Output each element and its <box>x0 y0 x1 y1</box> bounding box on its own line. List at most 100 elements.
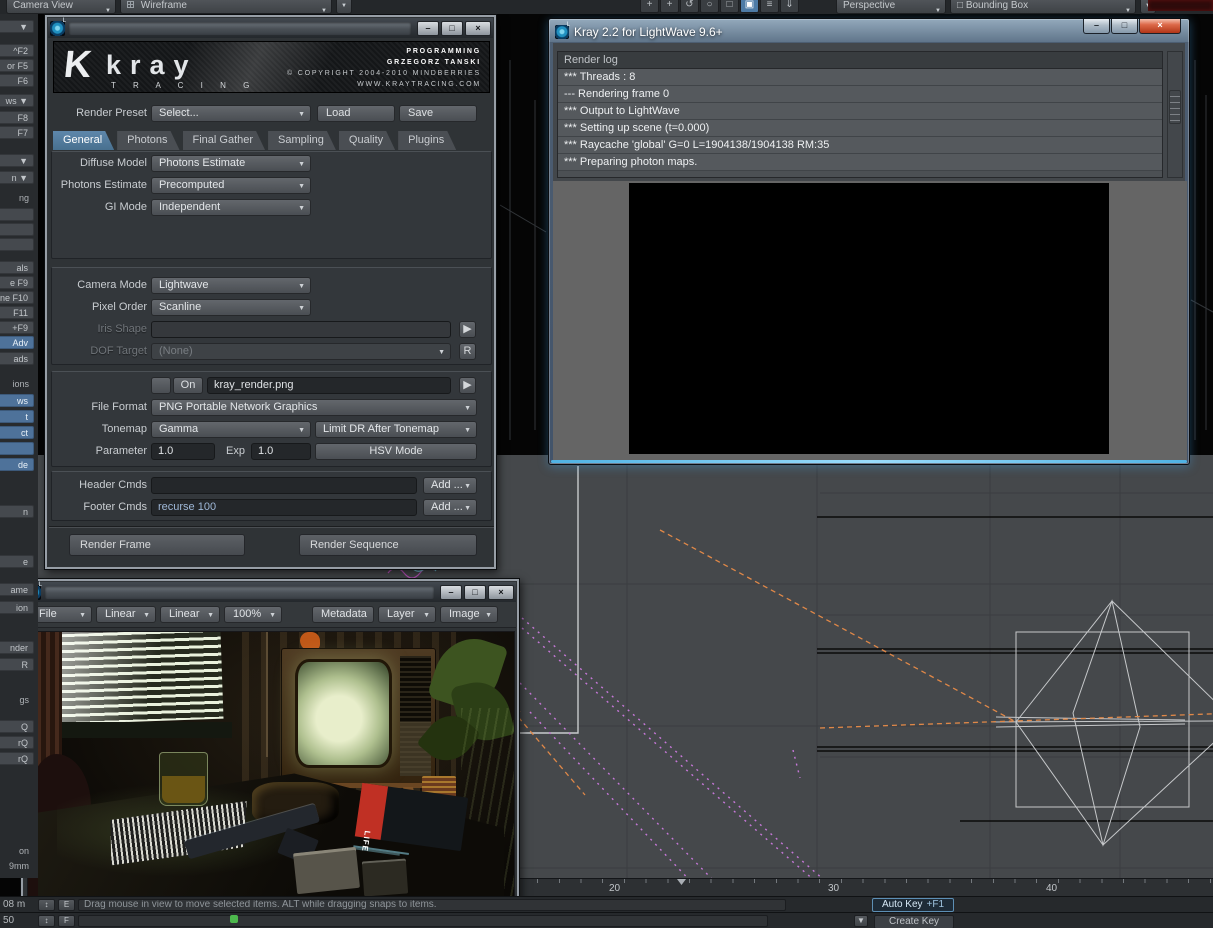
sidebar-item[interactable]: Adv <box>0 336 34 349</box>
close-button[interactable]: × <box>465 21 491 36</box>
diffuse-model-dropdown[interactable]: Photons Estimate▼ <box>151 155 311 172</box>
iris-shape-expand-button[interactable]: ▶ <box>459 321 476 338</box>
tab[interactable]: General <box>53 131 114 150</box>
viewport-tool-icon[interactable]: ▣ <box>740 0 759 13</box>
sidebar-item[interactable]: als <box>0 261 34 274</box>
sidebar-item[interactable]: gs <box>0 694 34 707</box>
viewport-tool-icon[interactable]: ○ <box>700 0 719 13</box>
limit-dr-dropdown[interactable]: Limit DR After Tonemap▼ <box>315 421 477 438</box>
maximize-button[interactable]: □ <box>464 585 486 600</box>
file-format-dropdown[interactable]: PNG Portable Network Graphics▼ <box>151 399 477 416</box>
view-mode-dropdown[interactable]: Camera View ▼ <box>6 0 116 14</box>
sidebar-item[interactable]: ws ▼ <box>0 94 34 107</box>
pixel-order-dropdown[interactable]: Scanline▼ <box>151 299 311 316</box>
minimize-button[interactable]: – <box>1083 19 1110 34</box>
sidebar-item[interactable]: e <box>0 555 34 568</box>
close-button[interactable]: × <box>1139 19 1181 34</box>
viewport-tool-icon[interactable]: ↺ <box>680 0 699 13</box>
viewport-tool-icon[interactable]: + <box>640 0 659 13</box>
viewer-toolbar-dropdown[interactable]: File ▼ <box>30 606 92 623</box>
camera-mode-dropdown[interactable]: Lightwave▼ <box>151 277 311 294</box>
sidebar-item[interactable]: n ▼ <box>0 171 34 184</box>
sidebar-item[interactable] <box>0 442 34 455</box>
sidebar-item[interactable]: F11 <box>0 306 34 319</box>
e-button[interactable]: E <box>58 899 75 911</box>
view-mode-dropdown[interactable]: Perspective ▼ <box>836 0 946 14</box>
sidebar-item[interactable]: ▼ <box>0 154 34 167</box>
sidebar-item[interactable]: ne F10 <box>0 291 34 304</box>
sidebar-item[interactable]: Q <box>0 720 34 733</box>
sidebar-item[interactable]: 9mm <box>0 860 34 873</box>
viewport-tool-icon[interactable]: ⇓ <box>780 0 799 13</box>
minimize-button[interactable]: – <box>417 21 439 36</box>
sidebar-item[interactable]: ^F2 <box>0 44 34 57</box>
sidebar-item[interactable]: +F9 <box>0 321 34 334</box>
sidebar-item[interactable]: ws <box>0 394 34 407</box>
sidebar-item[interactable]: e F9 <box>0 276 34 289</box>
updown-icon-button[interactable]: ↕ <box>38 915 55 927</box>
exp-input[interactable]: 1.0 <box>251 443 311 460</box>
view-mode-dropdown[interactable]: □ Bounding Box ▼ <box>950 0 1136 14</box>
sidebar-item[interactable]: ct <box>0 426 34 439</box>
sidebar-item[interactable]: rQ <box>0 752 34 765</box>
viewer-toolbar-dropdown[interactable]: Metadata ▼ <box>312 606 374 623</box>
tab[interactable]: Photons <box>117 131 179 150</box>
tab[interactable]: Plugins <box>398 131 456 150</box>
sidebar-item[interactable]: ions <box>0 378 34 391</box>
sidebar-item[interactable] <box>0 238 34 251</box>
tab[interactable]: Quality <box>339 131 395 150</box>
maximize-button[interactable]: □ <box>441 21 463 36</box>
viewer-toolbar-dropdown[interactable]: Linear ▼ <box>160 606 220 623</box>
load-button[interactable]: Load <box>317 105 395 122</box>
save-button[interactable]: Save <box>399 105 477 122</box>
sidebar-item[interactable]: or F5 <box>0 59 34 72</box>
minimize-button[interactable]: – <box>440 585 462 600</box>
f-button[interactable]: F <box>58 915 75 927</box>
sidebar-item[interactable]: F8 <box>0 111 34 124</box>
render-sequence-button[interactable]: Render Sequence <box>299 534 477 556</box>
sidebar-item[interactable]: on <box>0 845 34 858</box>
viewer-toolbar-dropdown[interactable]: Layer ▼ <box>378 606 436 623</box>
sidebar-item[interactable]: F6 <box>0 74 34 87</box>
footer-cmds-input[interactable]: recurse 100 <box>151 499 417 516</box>
viewport-tool-icon[interactable]: ≡ <box>760 0 779 13</box>
footer-cmds-add-dropdown[interactable]: Add ...▼ <box>423 499 477 516</box>
output-on-button[interactable]: On <box>173 377 203 394</box>
updown-icon-button[interactable]: ↕ <box>38 899 55 911</box>
sidebar-item[interactable]: ame <box>0 583 34 596</box>
sidebar-item[interactable]: ▼ <box>0 20 34 33</box>
sidebar-item[interactable]: n <box>0 505 34 518</box>
sidebar-item[interactable] <box>0 223 34 236</box>
sidebar-item[interactable] <box>0 208 34 221</box>
viewer-toolbar-dropdown[interactable]: Image ▼ <box>440 606 498 623</box>
sidebar-item[interactable]: F7 <box>0 126 34 139</box>
maximize-button[interactable]: □ <box>1111 19 1138 34</box>
output-toggle-indicator[interactable] <box>151 377 171 394</box>
viewport-tool-icon[interactable]: □ <box>720 0 739 13</box>
output-expand-button[interactable]: ▶ <box>459 377 476 394</box>
keyframe-dropdown[interactable]: ▼ <box>854 915 868 927</box>
sidebar-item[interactable]: ng <box>0 192 34 205</box>
render-frame-button[interactable]: Render Frame <box>69 534 245 556</box>
title-bar[interactable]: L – □ × <box>48 18 493 38</box>
photons-estimate-dropdown[interactable]: Precomputed▼ <box>151 177 311 194</box>
hsv-mode-button[interactable]: HSV Mode <box>315 443 477 460</box>
auto-key-button[interactable]: Auto Key+F1 <box>872 898 954 912</box>
sidebar-item[interactable]: t <box>0 410 34 423</box>
mini-dropdown[interactable]: ▼ <box>336 0 352 14</box>
render-preset-dropdown[interactable]: Select...▼ <box>151 105 311 122</box>
sidebar-item[interactable]: R <box>0 658 34 671</box>
header-cmds-add-dropdown[interactable]: Add ...▼ <box>423 477 477 494</box>
tab[interactable]: Final Gather <box>183 131 266 150</box>
scrollbar-thumb[interactable] <box>1169 90 1181 124</box>
sidebar-item[interactable]: de <box>0 458 34 471</box>
sidebar-item[interactable]: nder <box>0 641 34 654</box>
viewer-toolbar-dropdown[interactable]: Linear ▼ <box>96 606 156 623</box>
tonemap-dropdown[interactable]: Gamma▼ <box>151 421 311 438</box>
tab[interactable]: Sampling <box>268 131 336 150</box>
output-filename-input[interactable]: kray_render.png <box>207 377 451 394</box>
gi-mode-dropdown[interactable]: Independent▼ <box>151 199 311 216</box>
view-mode-dropdown[interactable]: Wireframe ▼ <box>120 0 332 14</box>
close-button[interactable]: × <box>488 585 514 600</box>
dof-reset-button[interactable]: R <box>459 343 476 360</box>
